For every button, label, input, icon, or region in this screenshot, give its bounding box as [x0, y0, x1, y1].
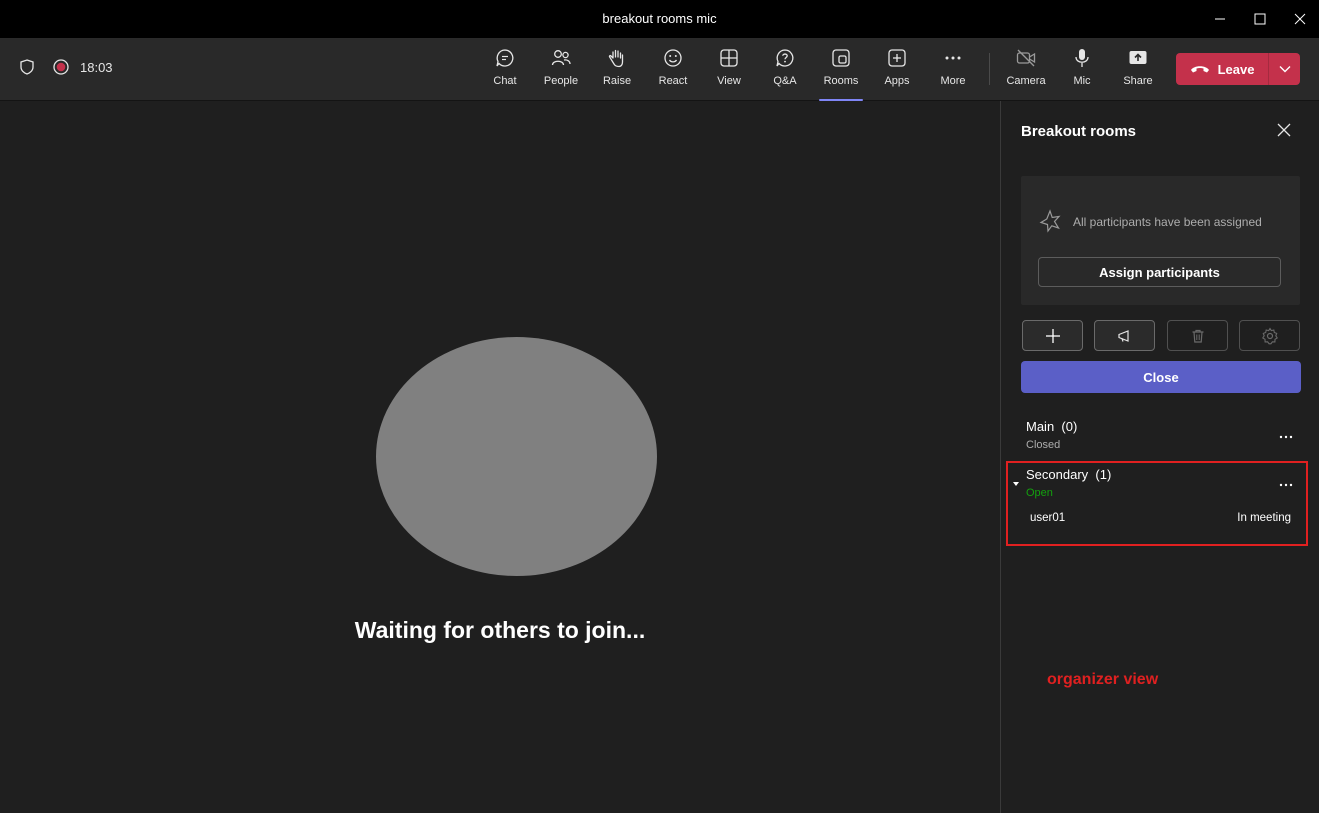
react-button[interactable]: React [645, 47, 701, 95]
recording-icon [53, 59, 69, 75]
chat-button[interactable]: Chat [477, 47, 533, 95]
window-close-button[interactable] [1289, 8, 1311, 30]
apps-button[interactable]: Apps [869, 47, 925, 95]
panel-title: Breakout rooms [1021, 123, 1137, 140]
people-icon [551, 50, 571, 66]
assign-status-message: All participants have been assigned [1073, 215, 1262, 229]
hang-up-icon [1190, 66, 1209, 73]
raise-hand-icon [608, 49, 624, 68]
camera-off-icon [1016, 49, 1036, 67]
room-main[interactable]: Main (0) Closed [1026, 419, 1077, 451]
megaphone-icon [1117, 329, 1129, 342]
delete-rooms-button[interactable] [1167, 320, 1228, 351]
people-button[interactable]: People [533, 47, 589, 95]
react-icon [664, 49, 682, 67]
maximize-button[interactable] [1249, 8, 1271, 30]
panel-close-button[interactable] [1277, 123, 1291, 142]
mic-icon [1075, 49, 1089, 67]
close-icon [1294, 13, 1306, 25]
title-bar: breakout rooms mic [0, 0, 1319, 39]
announcement-button[interactable] [1094, 320, 1155, 351]
room-status: Closed [1026, 439, 1061, 451]
meeting-timer: 18:03 [80, 59, 113, 75]
meeting-stage: Waiting for others to join... [0, 101, 1000, 813]
apps-icon [888, 49, 906, 67]
avatar [376, 337, 657, 576]
annotation-label: organizer view [1047, 671, 1159, 688]
chevron-down-icon [1279, 66, 1290, 73]
room-main-more-button[interactable] [1278, 427, 1294, 443]
meeting-status: 18:03 [18, 58, 113, 76]
share-icon [1129, 51, 1147, 64]
room-main-name-row: Main (0) [1026, 419, 1077, 434]
camera-button[interactable]: Camera [998, 47, 1054, 95]
view-icon [720, 49, 738, 67]
meeting-toolbar: 18:03 Chat People Raise React View Q&A R… [0, 39, 1319, 101]
rooms-button[interactable]: Rooms [813, 47, 869, 101]
view-button[interactable]: View [701, 47, 757, 95]
mic-button[interactable]: Mic [1054, 47, 1110, 95]
rooms-icon [832, 49, 850, 67]
waiting-message: Waiting for others to join... [354, 617, 646, 643]
minimize-icon [1215, 18, 1225, 20]
trash-icon [1192, 329, 1203, 343]
more-options-icon [1279, 435, 1293, 439]
close-icon [1277, 123, 1291, 137]
share-button[interactable]: Share [1110, 47, 1166, 95]
close-rooms-button[interactable]: Close [1021, 361, 1301, 393]
leave-label: Leave [1217, 61, 1255, 77]
room-count: (0) [1061, 419, 1078, 434]
more-button[interactable]: More [925, 47, 981, 95]
breakout-rooms-panel: Breakout rooms All participants have bee… [1001, 101, 1319, 813]
toolbar-divider [989, 53, 990, 85]
qa-button[interactable]: Q&A [757, 47, 813, 95]
plus-icon [1045, 328, 1060, 343]
leave-button[interactable]: Leave [1176, 53, 1268, 85]
leave-button-group: Leave [1176, 53, 1300, 85]
gear-icon [1261, 326, 1278, 344]
assign-participants-button[interactable]: Assign participants [1038, 257, 1281, 287]
maximize-icon [1254, 13, 1266, 25]
minimize-button[interactable] [1209, 8, 1231, 30]
rooms-settings-button[interactable] [1239, 320, 1300, 351]
raise-hand-button[interactable]: Raise [589, 47, 645, 95]
chat-icon [496, 49, 514, 67]
room-name: Main [1026, 419, 1055, 434]
shield-icon[interactable] [18, 58, 36, 76]
highlight-box [1006, 461, 1308, 546]
leave-options-button[interactable] [1269, 65, 1300, 73]
qa-icon [776, 49, 794, 67]
assign-card: All participants have been assigned Assi… [1021, 176, 1300, 305]
more-icon [945, 56, 961, 60]
add-room-button[interactable] [1022, 320, 1083, 351]
sparkle-icon [1039, 209, 1061, 233]
window-title: breakout rooms mic [602, 11, 717, 26]
